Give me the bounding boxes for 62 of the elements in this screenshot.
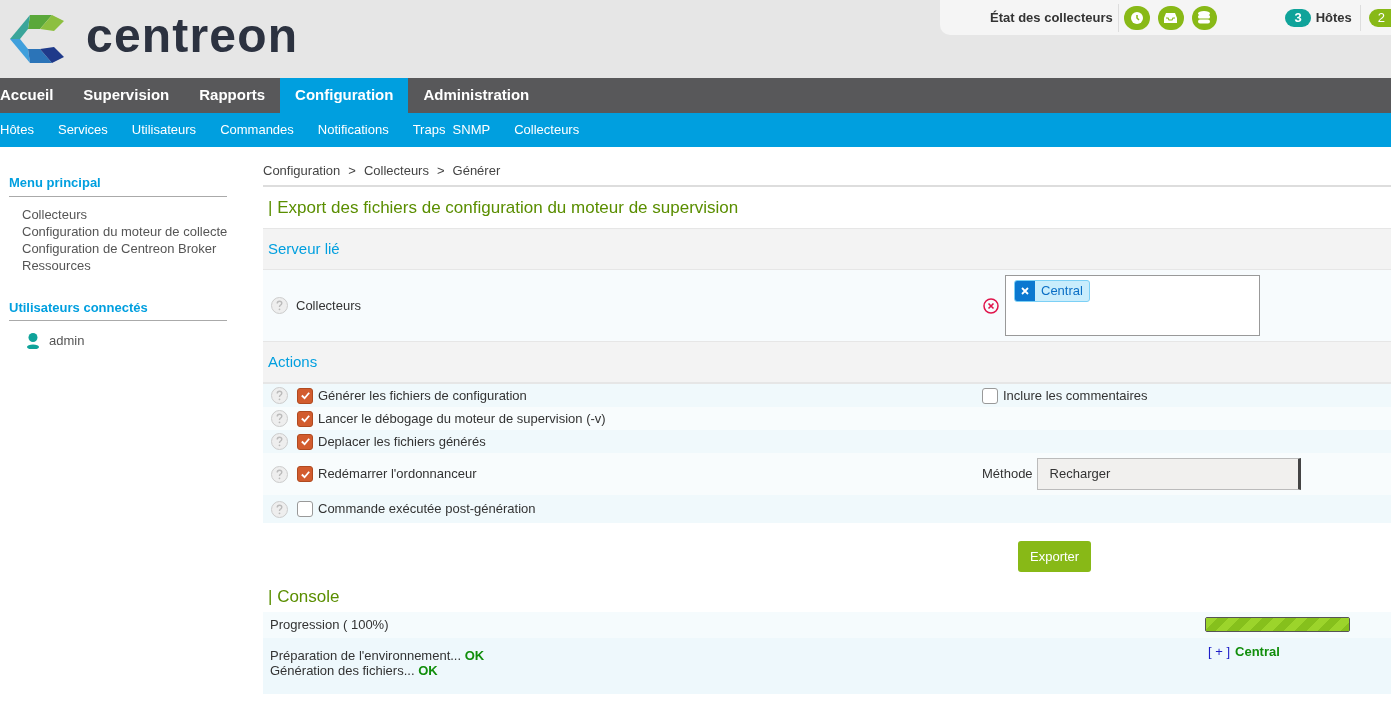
poller-status-label: État des collecteurs	[990, 8, 1113, 27]
checkbox[interactable]	[297, 433, 313, 450]
logo-text: centreon	[86, 12, 299, 64]
log-line: Préparation de l'environnement... OK	[270, 647, 486, 663]
option-label: Redémarrer l'ordonnanceur	[318, 465, 478, 484]
hosts-label: Hôtes	[1315, 8, 1352, 27]
breadcrumb-separator: >	[436, 162, 445, 180]
option-label: Générer les fichiers de configuration	[318, 386, 528, 405]
section-header: Serveur lié	[263, 228, 1391, 270]
menu-tab[interactable]: Accueil	[0, 78, 69, 113]
remove-icon[interactable]	[1021, 287, 1029, 295]
inbox-icon[interactable]	[1157, 5, 1184, 30]
option-label: Commande exécutée post-génération	[318, 500, 537, 519]
option-label: Deplacer les fichiers générés	[318, 432, 487, 451]
help-icon[interactable]	[271, 297, 288, 314]
section-header: Actions	[263, 342, 1391, 384]
log-line: Génération des fichiers... OK	[270, 662, 439, 678]
selected-tag[interactable]: Central	[1014, 280, 1090, 302]
sidebar-link[interactable]: Ressources	[22, 256, 263, 274]
menu-tab[interactable]: Administration	[408, 78, 545, 113]
checkbox[interactable]	[297, 387, 313, 404]
expand-link[interactable]: [ + ]	[1208, 641, 1231, 661]
help-icon[interactable]	[271, 387, 288, 404]
sidebar-heading: Utilisateurs connectés	[9, 297, 227, 321]
sidebar-link[interactable]: Configuration de Centreon Broker	[22, 239, 263, 257]
menu-tab[interactable]: Rapports	[184, 78, 281, 113]
method-select[interactable]: Recharger	[1036, 458, 1301, 490]
clear-icon[interactable]	[983, 297, 999, 314]
checkbox[interactable]	[297, 410, 313, 427]
checkmark-icon	[299, 436, 311, 447]
checkmark-icon	[299, 413, 311, 424]
field-label: Collecteurs	[296, 296, 363, 315]
database-icon[interactable]	[1191, 5, 1218, 30]
sidebar-link[interactable]: Collecteurs	[22, 205, 263, 223]
breadcrumb-separator: >	[348, 162, 356, 180]
poller-name: Central	[1235, 642, 1280, 661]
checkmark-icon	[299, 390, 311, 401]
page-title: | Export des fichiers de configuration du moteur de supervision	[267, 196, 740, 219]
checkmark-icon	[299, 468, 311, 480]
sidebar-link[interactable]: Configuration du moteur de collecte	[22, 222, 263, 240]
checkbox[interactable]	[982, 387, 998, 404]
section-title: | Console	[267, 586, 341, 608]
help-icon[interactable]	[271, 465, 288, 483]
pollers-select-field[interactable]: Central	[1005, 275, 1260, 336]
help-icon[interactable]	[271, 500, 288, 518]
menu-tab[interactable]: Supervision	[68, 78, 185, 113]
checkbox[interactable]	[297, 501, 313, 517]
breadcrumb-link[interactable]: Collecteurs	[363, 161, 429, 181]
help-icon[interactable]	[271, 433, 288, 450]
option-label: Inclure les commentaires	[1003, 386, 1148, 405]
progress-label: Progression ( 100%)	[270, 615, 390, 634]
breadcrumb-link[interactable]: Configuration	[263, 161, 341, 181]
user-icon	[27, 332, 39, 349]
clock-icon[interactable]	[1123, 5, 1150, 30]
breadcrumb-link[interactable]: Générer	[452, 161, 501, 181]
option-label: Lancer le débogage du moteur de supervision (-v)	[318, 409, 607, 428]
help-icon[interactable]	[271, 410, 288, 427]
sidebar-heading: Menu principal	[9, 173, 227, 197]
checkbox[interactable]	[297, 466, 313, 482]
user-name: admin	[49, 332, 85, 350]
logo-icon	[10, 13, 66, 65]
select-label: Méthode	[982, 465, 1033, 484]
